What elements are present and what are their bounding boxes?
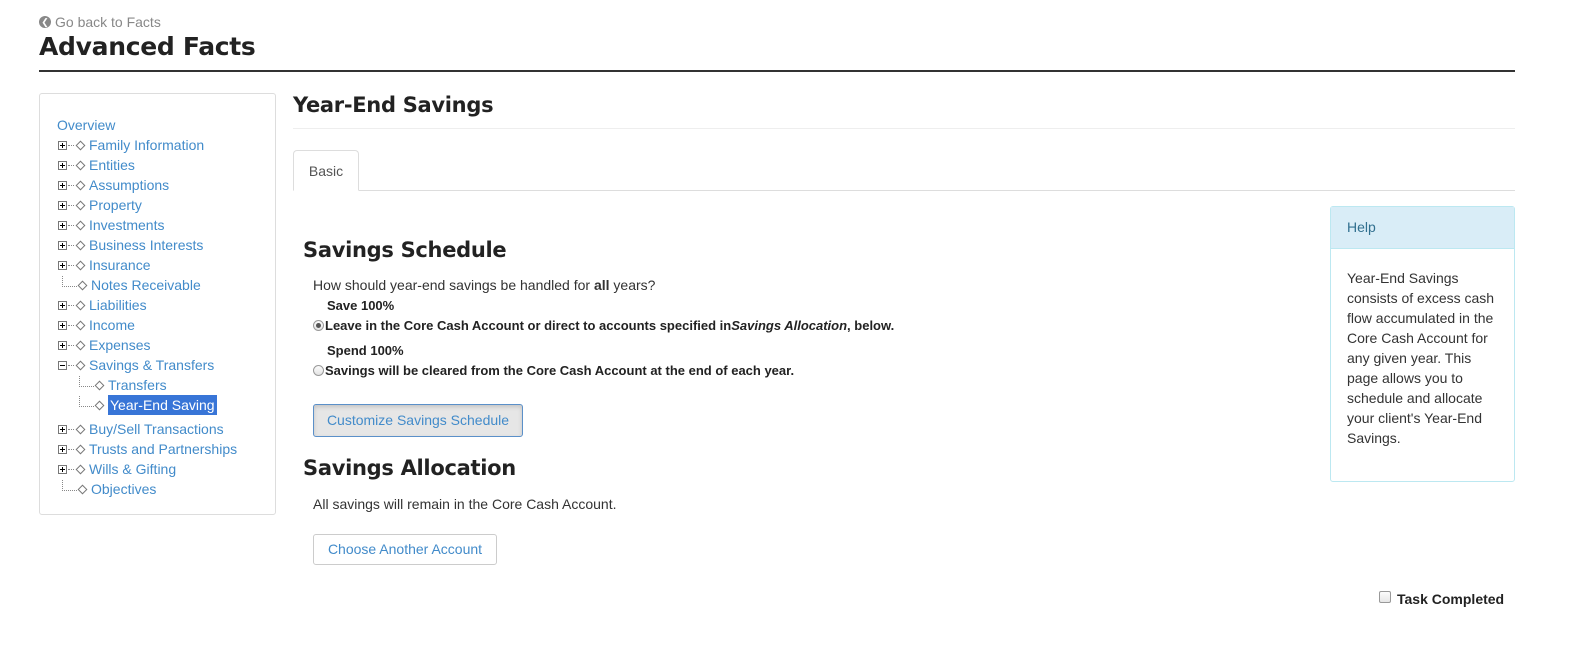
sidebar-item-entities[interactable]: Entities bbox=[89, 155, 135, 175]
spend-radio[interactable] bbox=[313, 365, 324, 376]
tree-node-icon bbox=[75, 240, 86, 250]
tree-node-icon bbox=[75, 340, 86, 350]
tree-node-icon bbox=[94, 400, 105, 410]
help-text: Year-End Savings consists of excess cash… bbox=[1347, 270, 1495, 446]
tree-node-icon bbox=[75, 180, 86, 190]
expand-icon[interactable] bbox=[58, 464, 67, 474]
expand-icon[interactable] bbox=[58, 180, 67, 190]
nav-tree: Overview Family Information Entities Ass… bbox=[57, 115, 237, 499]
task-completed-label: Task Completed bbox=[1397, 591, 1505, 607]
savings-allocation-heading: Savings Allocation bbox=[303, 456, 516, 480]
help-title: Help bbox=[1331, 207, 1514, 249]
tree-node-icon bbox=[75, 200, 86, 210]
tree-node-icon bbox=[77, 484, 88, 494]
sidebar-item-liabilities[interactable]: Liabilities bbox=[89, 295, 147, 315]
option-save[interactable]: Leave in the Core Cash Account or direct… bbox=[313, 318, 894, 333]
expand-icon[interactable] bbox=[58, 160, 67, 170]
customize-savings-schedule-button[interactable]: Customize Savings Schedule bbox=[313, 404, 523, 437]
title-divider bbox=[293, 128, 1515, 129]
collapse-icon[interactable] bbox=[58, 360, 67, 370]
sidebar-item-insurance[interactable]: Insurance bbox=[89, 255, 150, 275]
expand-icon[interactable] bbox=[58, 424, 67, 434]
tree-node-icon bbox=[75, 444, 86, 454]
expand-icon[interactable] bbox=[58, 240, 67, 250]
back-link-label: Go back to Facts bbox=[55, 14, 161, 30]
tree-node-icon bbox=[94, 380, 105, 390]
tree-node-icon bbox=[75, 360, 86, 370]
back-to-facts-link[interactable]: ❮ Go back to Facts bbox=[39, 14, 161, 30]
sidebar-item-income[interactable]: Income bbox=[89, 315, 135, 335]
task-completed-checkbox[interactable] bbox=[1379, 591, 1391, 603]
schedule-question: How should year-end savings be handled f… bbox=[313, 277, 656, 293]
tree-node-icon bbox=[75, 300, 86, 310]
task-completed[interactable]: Task Completed bbox=[1379, 591, 1504, 607]
sidebar-item-overview[interactable]: Overview bbox=[57, 117, 115, 133]
sidebar-item-investments[interactable]: Investments bbox=[89, 215, 164, 235]
tree-node-icon bbox=[75, 424, 86, 434]
sidebar-item-notes-receivable[interactable]: Notes Receivable bbox=[91, 275, 201, 295]
expand-icon[interactable] bbox=[58, 444, 67, 454]
expand-icon[interactable] bbox=[58, 320, 67, 330]
expand-icon[interactable] bbox=[58, 260, 67, 270]
savings-schedule-heading: Savings Schedule bbox=[303, 238, 507, 262]
page-title: Advanced Facts bbox=[39, 32, 256, 61]
expand-icon[interactable] bbox=[58, 340, 67, 350]
sidebar-item-family-information[interactable]: Family Information bbox=[89, 135, 204, 155]
option-spend[interactable]: Savings will be cleared from the Core Ca… bbox=[313, 363, 794, 378]
allocation-text: All savings will remain in the Core Cash… bbox=[313, 496, 617, 512]
option-spend-title: Spend 100% bbox=[327, 343, 404, 358]
tree-node-icon bbox=[75, 140, 86, 150]
tree-node-icon bbox=[75, 260, 86, 270]
tab-basic[interactable]: Basic bbox=[293, 150, 359, 191]
section-title: Year-End Savings bbox=[293, 93, 494, 117]
sidebar-item-transfers[interactable]: Transfers bbox=[108, 375, 167, 395]
help-panel: Help Year-End Savings consists of excess… bbox=[1330, 206, 1515, 482]
tab-bar-border bbox=[293, 190, 1515, 191]
choose-another-account-button[interactable]: Choose Another Account bbox=[313, 534, 497, 565]
tree-node-icon bbox=[75, 160, 86, 170]
sidebar-item-savings-transfers[interactable]: Savings & Transfers bbox=[89, 355, 214, 375]
sidebar-item-expenses[interactable]: Expenses bbox=[89, 335, 150, 355]
header-divider bbox=[39, 70, 1515, 72]
tree-node-icon bbox=[75, 464, 86, 474]
expand-icon[interactable] bbox=[58, 220, 67, 230]
tree-node-icon bbox=[77, 280, 88, 290]
sidebar-item-trusts-partnerships[interactable]: Trusts and Partnerships bbox=[89, 439, 237, 459]
option-save-title: Save 100% bbox=[327, 298, 395, 313]
expand-icon[interactable] bbox=[58, 140, 67, 150]
tree-node-icon bbox=[75, 220, 86, 230]
save-radio[interactable] bbox=[313, 320, 324, 331]
sidebar-item-buy-sell-transactions[interactable]: Buy/Sell Transactions bbox=[89, 419, 224, 439]
sidebar-item-objectives[interactable]: Objectives bbox=[91, 479, 156, 499]
tree-node-icon bbox=[75, 320, 86, 330]
sidebar-nav: Overview Family Information Entities Ass… bbox=[39, 93, 276, 515]
sidebar-item-year-end-saving[interactable]: Year-End Saving bbox=[108, 395, 217, 415]
sidebar-item-wills-gifting[interactable]: Wills & Gifting bbox=[89, 459, 176, 479]
sidebar-item-assumptions[interactable]: Assumptions bbox=[89, 175, 169, 195]
sidebar-item-business-interests[interactable]: Business Interests bbox=[89, 235, 203, 255]
expand-icon[interactable] bbox=[58, 300, 67, 310]
back-arrow-icon: ❮ bbox=[39, 16, 51, 28]
sidebar-item-property[interactable]: Property bbox=[89, 195, 142, 215]
expand-icon[interactable] bbox=[58, 200, 67, 210]
